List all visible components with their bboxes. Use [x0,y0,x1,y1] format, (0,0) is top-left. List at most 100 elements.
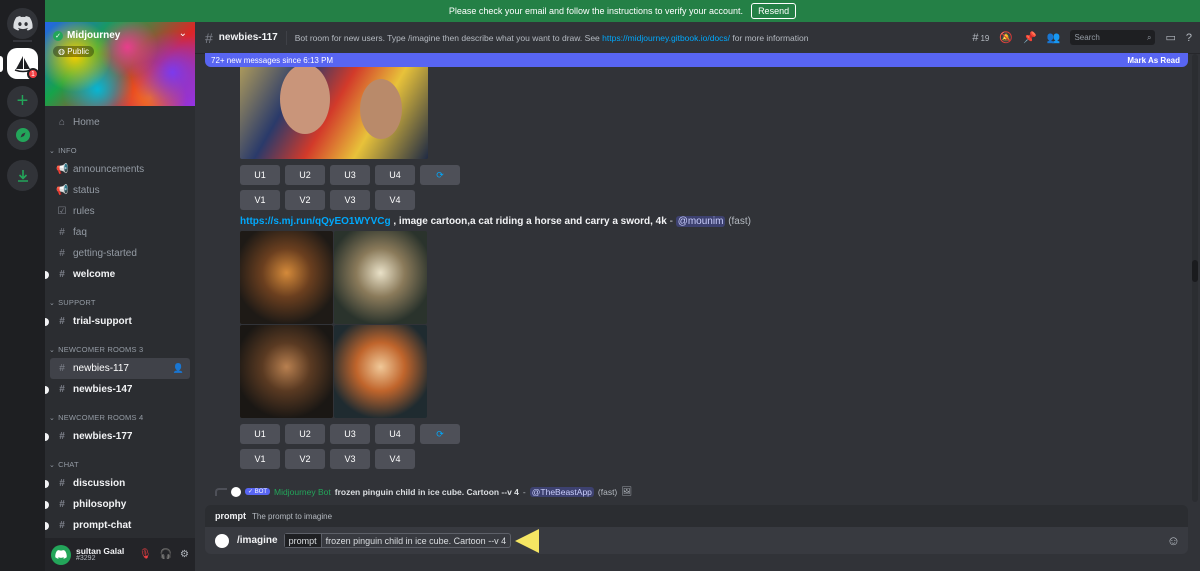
gear-icon[interactable]: ⚙ [180,549,189,560]
user-controls: 🎙 🎧 ⚙ [139,549,189,560]
channel-label: getting-started [73,248,137,259]
image-grid[interactable] [240,231,427,418]
u1-button[interactable]: U1 [240,165,280,185]
cat-knight-image-2[interactable] [334,231,427,324]
new-messages-bar[interactable]: 72+ new messages since 6:13 PM Mark As R… [205,53,1188,67]
mark-as-read-button[interactable]: Mark As Read [1127,56,1180,65]
avatar[interactable] [51,544,71,565]
u1-button[interactable]: U1 [240,424,280,444]
slash-command: /imagine [237,535,278,546]
v2-button[interactable]: V2 [285,449,325,469]
channel-rules[interactable]: ☑ rules [50,201,190,222]
hash-icon: # [59,478,65,489]
member-list-icon[interactable]: 👥 [1047,31,1061,44]
user-mention[interactable]: @TheBeastApp [529,486,594,497]
reroll-icon[interactable]: ⟳ [420,424,460,444]
prompt-option-field[interactable]: prompt frozen pinguin child in ice cube.… [283,533,512,548]
message-input[interactable]: /imagine prompt frozen pinguin child in … [205,527,1188,554]
user-name-block[interactable]: sultan Galal #3292 [76,547,124,563]
add-user-icon[interactable]: 👤 [173,363,184,374]
verify-email-notice: Please check your email and follow the i… [45,0,1200,22]
reply-spine [215,487,227,496]
category-label: NEWCOMER ROOMS 3 [58,345,144,354]
thread-hash-icon: # [59,431,65,442]
mic-muted-icon[interactable]: 🎙 [139,549,152,560]
channel-newbies-177[interactable]: # newbies-177 [45,426,190,447]
notification-bell-muted-icon[interactable]: 🔕 [999,31,1013,44]
channel-label: announcements [73,164,145,175]
thread-hash-icon: # [59,363,65,374]
reroll-icon[interactable]: ⟳ [420,165,460,185]
cat-knight-image-1[interactable] [240,231,333,324]
emoji-icon[interactable]: ☺ [1167,533,1180,548]
u4-button[interactable]: U4 [375,424,415,444]
threads-icon[interactable]: #19 [972,32,989,44]
hash-icon: # [59,520,65,531]
scrollbar-thumb[interactable] [1192,260,1198,282]
server-name[interactable]: ✓ Midjourney [53,30,120,41]
scrollbar[interactable] [1192,54,1198,502]
u2-button[interactable]: U2 [285,424,325,444]
channel-status[interactable]: 📢 status [50,180,190,201]
header-toolbar: #19 🔕 📌 👥 Search ⌕ ▭ ? [972,30,1192,45]
channel-faq[interactable]: # faq [50,222,190,243]
v1-button[interactable]: V1 [240,190,280,210]
channel-announcements[interactable]: 📢 announcements [50,159,190,180]
user-tag: #3292 [76,555,96,563]
u2-button[interactable]: U2 [285,165,325,185]
category-newcomer-rooms-3[interactable]: ⌄ NEWCOMER ROOMS 3 [45,338,195,358]
category-info[interactable]: ⌄ INFO [45,139,195,159]
u4-button[interactable]: U4 [375,165,415,185]
user-mention[interactable]: @mounim [675,216,726,227]
inbox-icon[interactable]: ▭ [1165,31,1175,44]
topic-link[interactable]: https://midjourney.gitbook.io/docs/ [602,33,730,43]
headphones-icon[interactable]: 🎧 [160,549,172,560]
download-apps-icon[interactable] [7,160,38,191]
add-server-icon[interactable]: + [7,86,38,117]
generated-image-cropped[interactable] [240,54,428,159]
discord-home-icon[interactable] [7,8,38,39]
channel-discussion[interactable]: # discussion [45,473,190,494]
chevron-down-icon[interactable]: ⌄ [179,28,187,39]
u3-button[interactable]: U3 [330,424,370,444]
cat-knight-image-4[interactable] [334,325,427,418]
unread-dot [45,480,49,488]
category-support[interactable]: ⌄ SUPPORT [45,291,195,311]
category-newcomer-rooms-4[interactable]: ⌄ NEWCOMER ROOMS 4 [45,406,195,426]
option-label: prompt [284,534,322,547]
prompt-value[interactable]: frozen pinguin child in ice cube. Cartoo… [322,536,511,546]
reply-preview[interactable]: ✓ BOT Midjourney Bot frozen pinguin chil… [215,486,632,497]
u3-button[interactable]: U3 [330,165,370,185]
user-panel: sultan Galal #3292 🎙 🎧 ⚙ [45,538,195,571]
channel-trial-support[interactable]: # trial-support [45,311,190,332]
thread-hash-icon: # [205,29,213,46]
channel-welcome[interactable]: # welcome [45,264,190,285]
server-banner[interactable]: ✓ Midjourney ⌄ ◍ Public [45,22,195,106]
v4-button[interactable]: V4 [375,449,415,469]
help-icon[interactable]: ? [1186,32,1192,44]
pin-icon[interactable]: 📌 [1023,31,1037,44]
category-chat[interactable]: ⌄ CHAT [45,453,195,473]
prompt-link[interactable]: https://s.mj.run/qQyEO1WYVCg [240,216,391,227]
v1-button[interactable]: V1 [240,449,280,469]
explore-compass-icon[interactable] [7,119,38,150]
channel-philosophy[interactable]: # philosophy [45,494,190,515]
channel-getting-started[interactable]: # getting-started [50,243,190,264]
channel-topic: Bot room for new users. Type /imagine th… [295,33,809,43]
v3-button[interactable]: V3 [330,449,370,469]
resend-button[interactable]: Resend [751,3,797,19]
rail-separator [13,40,32,42]
channel-newbies-147[interactable]: # newbies-147 [45,379,190,400]
v3-button[interactable]: V3 [330,190,370,210]
v2-button[interactable]: V2 [285,190,325,210]
channel-newbies-117[interactable]: # newbies-117 👤 [50,358,190,379]
search-input[interactable]: Search ⌕ [1070,30,1156,45]
channel-label: rules [73,206,95,217]
reply-author[interactable]: Midjourney Bot [274,487,331,497]
v4-button[interactable]: V4 [375,190,415,210]
channel-prompt-chat[interactable]: # prompt-chat [45,515,190,536]
speed-label: (fast) [728,216,751,227]
cat-knight-image-3[interactable] [240,325,333,418]
home-item[interactable]: ⌂ Home [50,112,190,133]
speed-label: (fast) [597,486,618,497]
